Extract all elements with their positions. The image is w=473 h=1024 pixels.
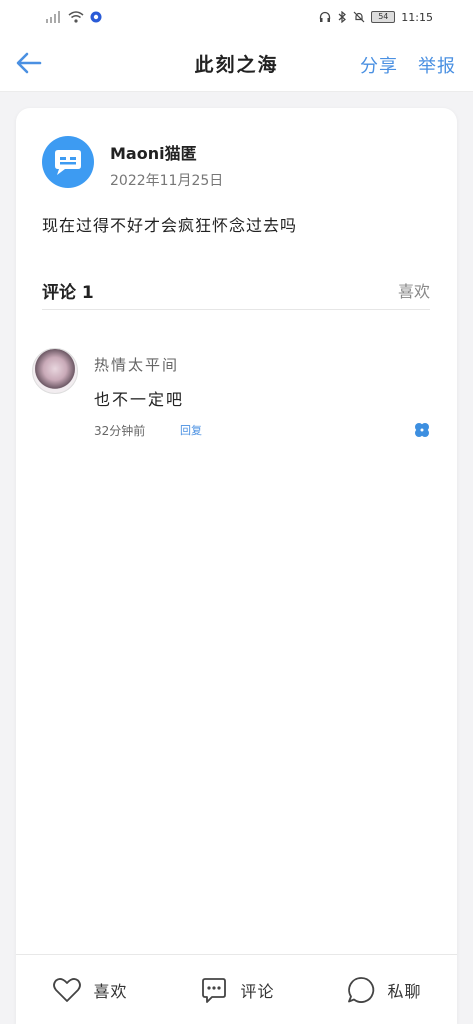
comment-icon [202, 977, 227, 1003]
bluetooth-icon [338, 11, 347, 23]
clover-like-icon[interactable] [412, 420, 432, 440]
chat-bubble-icon [55, 150, 81, 175]
status-bar: 54 11:15 [0, 0, 473, 34]
likes-tab[interactable]: 喜欢 [398, 278, 430, 302]
battery-icon: 54 [371, 11, 396, 23]
report-button[interactable]: 举报 [418, 52, 456, 78]
comment-label: 评论 [240, 981, 275, 1001]
comments-header: 评论 1 喜欢 [42, 276, 430, 310]
share-button[interactable]: 分享 [360, 52, 398, 78]
post-card: Maoni猫匿 2022年11月25日 现在过得不好才会疯狂怀念过去吗 评论 1… [16, 108, 457, 1024]
mute-bell-icon [353, 11, 365, 23]
comment-item: 热情太平间 也不一定吧 32分钟前 回复 [32, 348, 432, 448]
heart-icon [53, 977, 82, 1002]
post-content: 现在过得不好才会疯狂怀念过去吗 [42, 216, 298, 235]
author-avatar[interactable] [42, 136, 94, 188]
page-title: 此刻之海 [194, 54, 279, 76]
comment-time: 32分钟前 [94, 424, 146, 438]
commenter-name[interactable]: 热情太平间 [94, 354, 179, 375]
status-right: 54 11:15 [319, 11, 433, 24]
reply-button[interactable]: 回复 [180, 422, 202, 438]
comments-tab[interactable]: 评论 1 [42, 278, 94, 303]
app-notification-icon [90, 11, 102, 23]
message-bubble-icon [348, 976, 375, 1003]
bottom-action-bar: 喜欢 评论 私聊 [16, 954, 457, 1024]
message-label: 私聊 [387, 981, 422, 1001]
status-time: 11:15 [401, 10, 433, 24]
navigation-bar: 此刻之海 分享 举报 [0, 34, 473, 92]
comment-button[interactable]: 评论 [198, 974, 274, 1006]
headset-icon [320, 11, 331, 22]
like-button[interactable]: 喜欢 [51, 974, 127, 1006]
signal-icon [46, 11, 60, 23]
comment-text: 也不一定吧 [94, 390, 185, 409]
commenter-avatar[interactable] [32, 348, 78, 394]
post-date: 2022年11月25日 [110, 173, 224, 189]
like-label: 喜欢 [93, 981, 128, 1001]
private-message-button[interactable]: 私聊 [345, 974, 421, 1006]
wifi-icon [68, 11, 84, 23]
status-left [46, 11, 102, 23]
author-name[interactable]: Maoni猫匿 [110, 140, 197, 164]
